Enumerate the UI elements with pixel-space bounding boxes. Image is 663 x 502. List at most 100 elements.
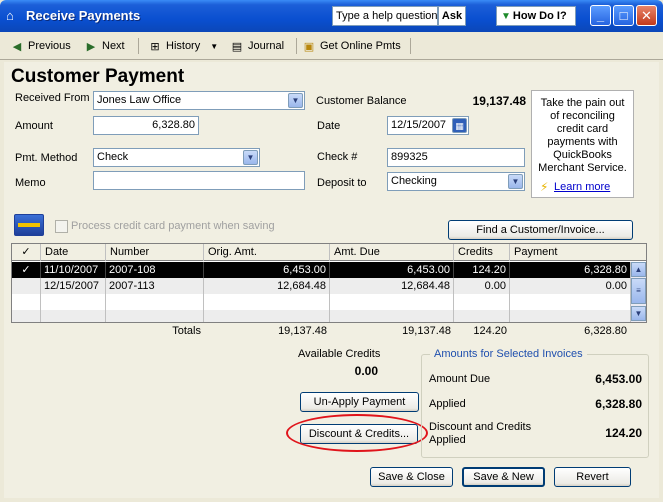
process-cc-checkbox[interactable] — [55, 220, 68, 233]
amount-label: Amount — [15, 120, 53, 132]
column-header-amt-due[interactable]: Amt. Due — [330, 244, 454, 261]
check-number-label: Check # — [317, 151, 358, 163]
row-checkmark[interactable]: ✓ — [12, 262, 41, 278]
toolbar-divider — [296, 38, 297, 54]
row-payment[interactable]: 6,328.80 — [510, 262, 630, 278]
save-new-button[interactable]: Save & New — [462, 467, 545, 487]
row-credits: 124.20 — [454, 262, 510, 278]
empty-cell — [106, 310, 204, 322]
column-header-date[interactable]: Date — [41, 244, 106, 261]
received-from-value: Jones Law Office — [97, 94, 182, 106]
triangle-down-icon: ▼ — [501, 11, 511, 22]
scroll-thumb[interactable]: ≡ — [631, 278, 646, 304]
chevron-down-icon[interactable]: ▼ — [288, 93, 303, 108]
highlight-ellipse — [286, 414, 428, 452]
previous-button[interactable]: ◀ Previous — [10, 36, 71, 56]
received-from-dropdown[interactable]: Jones Law Office ▼ — [93, 91, 305, 110]
arrow-right-icon: ▶ — [86, 41, 96, 53]
totals-row: Totals 19,137.48 19,137.48 124.20 6,328.… — [12, 323, 630, 339]
row-checkmark[interactable] — [12, 278, 41, 294]
next-button[interactable]: ▶ Next — [84, 36, 125, 56]
find-customer-invoice-button[interactable]: Find a Customer/Invoice... — [448, 220, 633, 240]
amounts-group-title: Amounts for Selected Invoices — [430, 348, 587, 360]
table-row[interactable]: ✓ 11/10/2007 2007-108 6,453.00 6,453.00 … — [12, 262, 630, 278]
unapply-payment-button[interactable]: Un-Apply Payment — [300, 392, 419, 412]
ask-button[interactable]: Ask — [438, 6, 466, 26]
applied-value: 6,328.80 — [595, 397, 642, 411]
close-button[interactable]: ✕ — [636, 5, 657, 26]
table-header: ✓ Date Number Orig. Amt. Amt. Due Credit… — [12, 244, 646, 261]
pmt-method-value: Check — [97, 151, 129, 163]
table-row[interactable] — [12, 294, 630, 310]
get-online-payments-button[interactable]: ▣ Get Online Pmts — [302, 36, 401, 56]
how-do-i-button[interactable]: ▼ How Do I? — [496, 6, 576, 26]
minimize-button[interactable]: _ — [590, 5, 611, 26]
date-label: Date — [317, 120, 341, 132]
maximize-button[interactable]: □ — [613, 5, 634, 26]
history-icon: ⊞ — [150, 41, 160, 53]
next-label: Next — [102, 40, 125, 52]
received-from-label: Received From — [15, 92, 90, 104]
card-stripe — [18, 223, 40, 227]
save-close-button[interactable]: Save & Close — [370, 467, 453, 487]
empty-cell — [330, 294, 454, 310]
totals-payment: 6,328.80 — [584, 325, 627, 337]
process-cc-label: Process credit card payment when saving — [71, 220, 275, 232]
row-date: 12/15/2007 — [41, 278, 106, 294]
row-payment[interactable]: 0.00 — [510, 278, 630, 294]
customer-balance-label: Customer Balance — [316, 95, 407, 107]
table-row[interactable]: 12/15/2007 2007-113 12,684.48 12,684.48 … — [12, 278, 630, 294]
history-button[interactable]: ⊞ History ▼ — [148, 36, 218, 56]
column-header-credits[interactable]: Credits — [454, 244, 510, 261]
history-label: History — [166, 40, 201, 52]
amount-due-label: Amount Due — [429, 373, 491, 385]
table-scrollbar[interactable]: ▲ ≡ ▼ — [630, 262, 646, 322]
journal-button[interactable]: ▤ Journal — [230, 36, 284, 56]
row-number: 2007-113 — [106, 278, 204, 294]
totals-orig-amt: 19,137.48 — [278, 325, 327, 337]
memo-label: Memo — [15, 177, 46, 189]
available-credits-label: Available Credits — [298, 348, 381, 360]
pmt-method-label: Pmt. Method — [15, 152, 78, 164]
totals-credits: 124.20 — [473, 325, 507, 337]
previous-label: Previous — [28, 40, 71, 52]
pmt-method-dropdown[interactable]: Check ▼ — [93, 148, 260, 167]
date-field[interactable]: 12/15/2007 ▦ — [387, 116, 469, 135]
empty-cell — [41, 310, 106, 322]
empty-cell — [454, 310, 510, 322]
empty-cell — [106, 294, 204, 310]
check-number-field[interactable]: 899325 — [387, 148, 525, 167]
discount-credits-applied-label-line1: Discount and Credits — [429, 421, 532, 433]
table-row[interactable] — [12, 310, 630, 322]
credit-card-icon — [14, 214, 44, 236]
chevron-down-icon: ▼ — [210, 42, 219, 51]
discount-credits-applied-label-line2: Applied — [429, 434, 466, 446]
column-header-check[interactable]: ✓ — [12, 244, 41, 261]
chevron-down-icon[interactable]: ▼ — [508, 174, 523, 189]
amount-field[interactable]: 6,328.80 — [93, 116, 199, 135]
toolbar-divider — [138, 38, 139, 54]
get-online-pmts-label: Get Online Pmts — [320, 40, 401, 52]
deposit-to-dropdown[interactable]: Checking ▼ — [387, 172, 525, 191]
scroll-down-icon[interactable]: ▼ — [631, 306, 646, 321]
empty-cell — [12, 310, 41, 322]
column-header-orig-amt[interactable]: Orig. Amt. — [204, 244, 330, 261]
row-credits: 0.00 — [454, 278, 510, 294]
help-search-input[interactable]: Type a help question — [332, 6, 438, 26]
memo-field[interactable] — [93, 171, 305, 190]
column-header-payment[interactable]: Payment — [510, 244, 646, 261]
empty-cell — [12, 294, 41, 310]
revert-button[interactable]: Revert — [554, 467, 631, 487]
totals-label: Totals — [172, 325, 201, 337]
calendar-icon[interactable]: ▦ — [452, 118, 467, 133]
row-orig-amt: 12,684.48 — [204, 278, 330, 294]
row-number: 2007-108 — [106, 262, 204, 278]
scroll-up-icon[interactable]: ▲ — [631, 262, 646, 277]
learn-more-link[interactable]: Learn more — [554, 181, 610, 193]
lightning-icon: ⚡ — [540, 180, 549, 194]
empty-cell — [204, 294, 330, 310]
toolbar-divider — [410, 38, 411, 54]
chevron-down-icon[interactable]: ▼ — [243, 150, 258, 165]
column-header-number[interactable]: Number — [106, 244, 204, 261]
row-orig-amt: 6,453.00 — [204, 262, 330, 278]
